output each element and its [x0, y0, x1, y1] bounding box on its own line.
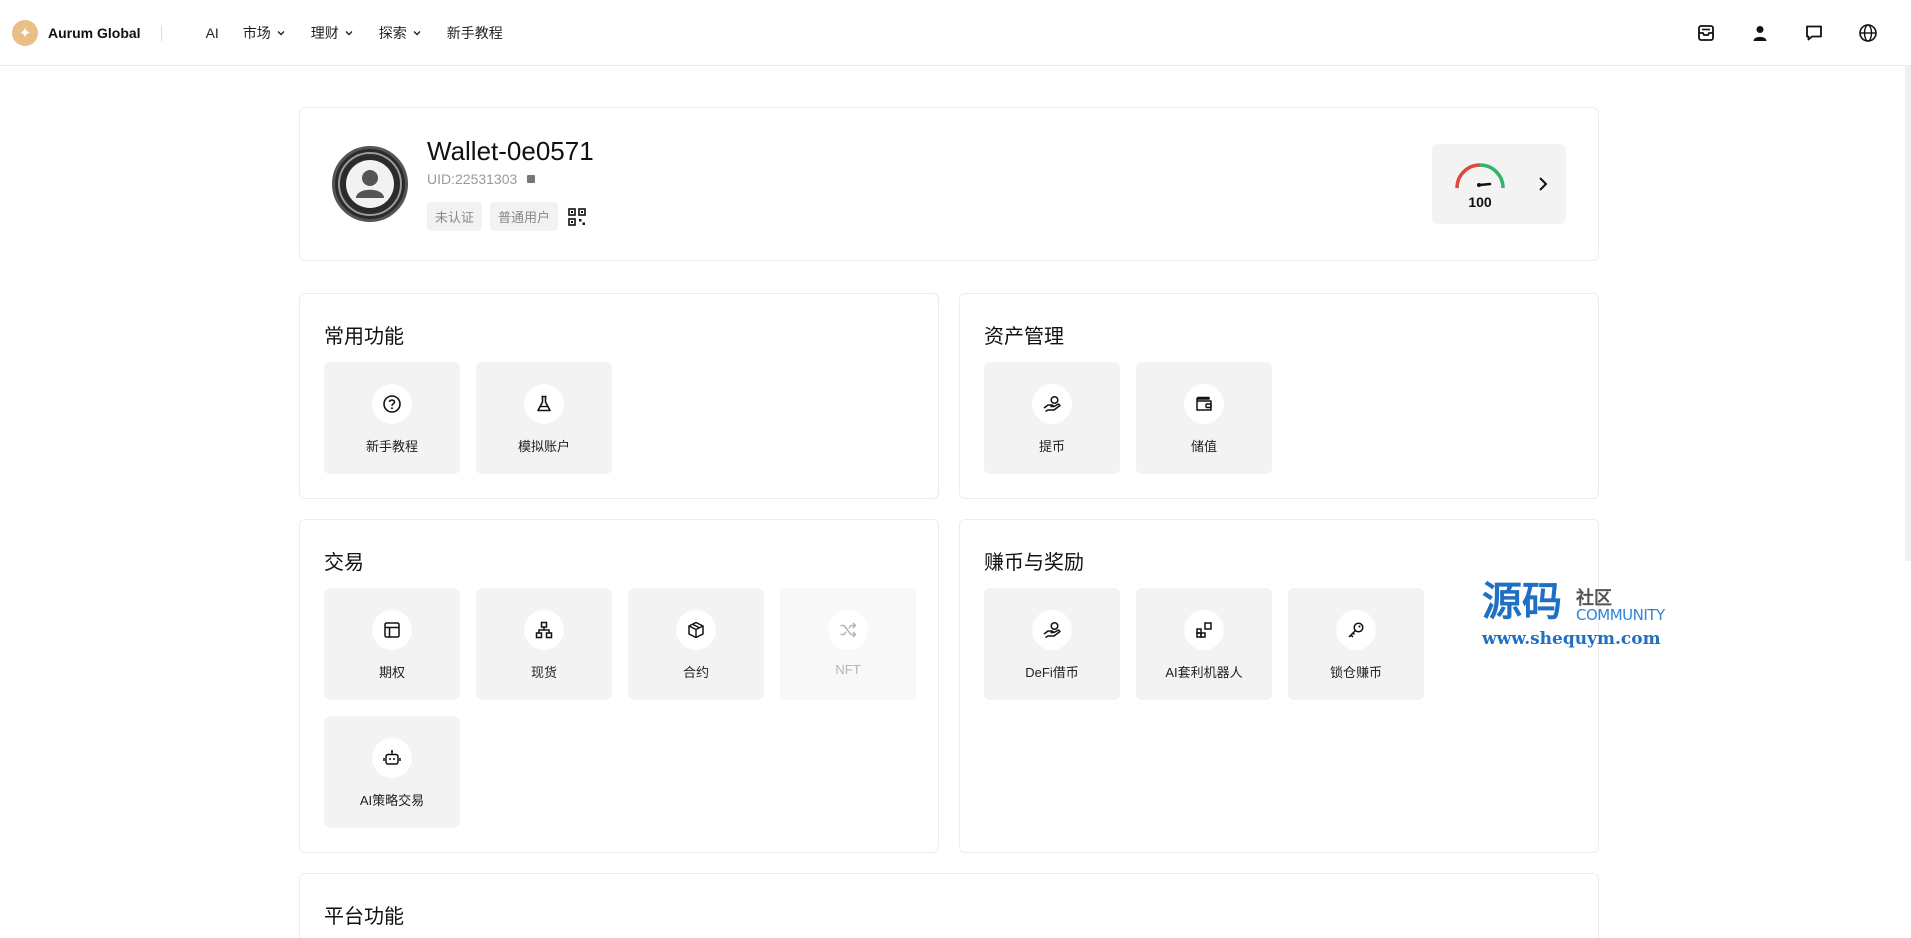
- nav-divider: [160, 24, 162, 41]
- chat-icon[interactable]: [1803, 22, 1825, 44]
- section-title: 交易: [324, 552, 364, 574]
- robot-icon: [372, 738, 412, 778]
- user-silhouette-icon: [346, 160, 394, 208]
- chevron-right-icon: [1539, 177, 1548, 191]
- tile-label: AI套利机器人: [1165, 665, 1243, 680]
- top-nav: ✦ Aurum Global AI 市场 理财 探索 新手教程: [0, 0, 1911, 66]
- tile-nft[interactable]: NFT: [780, 588, 916, 700]
- network-icon: [524, 610, 564, 650]
- uid-row: UID:22531303: [427, 171, 536, 187]
- tile-label: 提币: [1038, 439, 1065, 454]
- uid-text: UID:22531303: [427, 171, 518, 187]
- tile-label: 期权: [378, 665, 405, 680]
- menu-item-finance[interactable]: 理财: [311, 23, 355, 43]
- tile-options[interactable]: 期权: [324, 588, 460, 700]
- asset-management-card: 资产管理 提币 储值: [959, 293, 1599, 499]
- user-level-badge: 普通用户: [490, 202, 559, 231]
- tile-label: 新手教程: [365, 439, 418, 454]
- watermark-main-text: 源码: [1482, 578, 1562, 625]
- chevron-down-icon: [413, 30, 421, 35]
- credit-score-button[interactable]: 100: [1432, 144, 1566, 224]
- qr-code-icon[interactable]: [568, 207, 586, 226]
- profile-card: Wallet-0e0571 UID:22531303 未认证 普通用户 100: [299, 107, 1599, 261]
- tile-deposit[interactable]: 储值: [1136, 362, 1272, 474]
- menu-item-label: 理财: [310, 24, 339, 41]
- trade-card: 交易 期权 现货 合约 NFT AI策略交易: [299, 519, 939, 853]
- menu-item-label: 探索: [378, 24, 407, 41]
- verification-badge[interactable]: 未认证: [427, 202, 483, 231]
- section-title: 资产管理: [984, 326, 1064, 348]
- chevron-down-icon: [277, 30, 285, 35]
- profile-tags: 未认证 普通用户: [427, 202, 586, 231]
- page-scrollbar[interactable]: [1905, 66, 1911, 561]
- watermark-url: www.shequym.com: [1482, 629, 1661, 649]
- tile-tutorial[interactable]: 新手教程: [324, 362, 460, 474]
- tile-spot[interactable]: 现货: [476, 588, 612, 700]
- tile-ai-strategy[interactable]: AI策略交易: [324, 716, 460, 828]
- hand-coin-icon: [1032, 384, 1072, 424]
- tile-label: AI策略交易: [359, 793, 425, 808]
- chevron-down-icon: [345, 30, 353, 35]
- tile-ai-arbitrage[interactable]: AI套利机器人: [1136, 588, 1272, 700]
- tile-label: 模拟账户: [517, 439, 570, 454]
- brand-logo-icon: ✦: [12, 19, 38, 46]
- key-icon: [1336, 610, 1376, 650]
- menu-item-explore[interactable]: 探索: [379, 23, 423, 43]
- tile-label: NFT: [835, 662, 861, 677]
- globe-icon[interactable]: [1857, 22, 1879, 44]
- user-icon[interactable]: [1749, 22, 1771, 44]
- box-icon: [676, 610, 716, 650]
- watermark: 源码 社区 COMMUNITY www.shequym.com: [1482, 582, 1682, 652]
- section-title: 赚币与奖励: [984, 552, 1084, 574]
- nav-actions: [1695, 0, 1911, 66]
- avatar[interactable]: [332, 146, 408, 222]
- flask-icon: [524, 384, 564, 424]
- tile-defi-loan[interactable]: DeFi借币: [984, 588, 1120, 700]
- brand-name: Aurum Global: [48, 24, 141, 41]
- credit-score-value: 100: [1468, 194, 1492, 210]
- earn-rewards-card: 赚币与奖励 DeFi借币 AI套利机器人 锁仓赚币: [959, 519, 1599, 853]
- tile-label: DeFi借币: [1025, 665, 1079, 680]
- tile-staking[interactable]: 锁仓赚币: [1288, 588, 1424, 700]
- menu-item-label: 市场: [242, 24, 271, 41]
- tile-label: 锁仓赚币: [1329, 665, 1382, 680]
- main-menu: AI 市场 理财 探索 新手教程: [206, 23, 527, 43]
- layout-icon: [372, 610, 412, 650]
- watermark-en-text: COMMUNITY: [1576, 606, 1665, 624]
- tile-futures[interactable]: 合约: [628, 588, 764, 700]
- tile-label: 储值: [1190, 439, 1217, 454]
- tile-demo-account[interactable]: 模拟账户: [476, 362, 612, 474]
- apps-add-icon: [1184, 610, 1224, 650]
- menu-item-tutorial[interactable]: 新手教程: [447, 23, 503, 43]
- wallet-icon: [1184, 384, 1224, 424]
- tile-label: 现货: [530, 665, 557, 680]
- wallet-name: Wallet-0e0571: [427, 136, 594, 166]
- menu-item-ai[interactable]: AI: [206, 25, 219, 41]
- copy-icon[interactable]: [527, 175, 536, 183]
- question-circle-icon: [372, 384, 412, 424]
- shuffle-icon: [828, 610, 868, 650]
- tile-withdraw[interactable]: 提币: [984, 362, 1120, 474]
- section-title: 常用功能: [324, 326, 404, 348]
- brand[interactable]: ✦ Aurum Global: [12, 19, 141, 46]
- menu-item-label: AI: [205, 24, 219, 41]
- menu-item-market[interactable]: 市场: [243, 23, 287, 43]
- hand-coin-icon: [1032, 610, 1072, 650]
- menu-item-label: 新手教程: [446, 24, 503, 41]
- common-functions-card: 常用功能 新手教程 模拟账户: [299, 293, 939, 499]
- section-title: 平台功能: [324, 906, 404, 928]
- tile-label: 合约: [682, 665, 709, 680]
- inbox-icon[interactable]: [1695, 22, 1717, 44]
- platform-functions-card: 平台功能: [299, 873, 1599, 938]
- gauge-icon: [1455, 163, 1505, 189]
